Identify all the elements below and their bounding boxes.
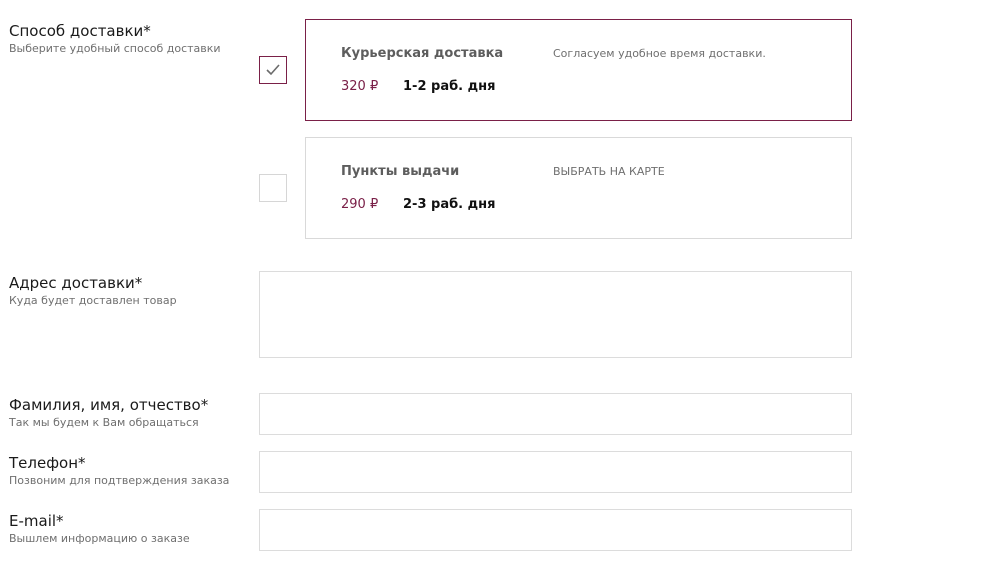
full-name-input[interactable] <box>259 393 852 435</box>
address-label: Адрес доставки* Куда будет доставлен тов… <box>9 273 177 308</box>
phone-hint: Позвоним для подтверждения заказа <box>9 474 230 487</box>
pickup-checkbox[interactable] <box>259 174 287 202</box>
delivery-method-label: Способ доставки* Выберите удобный способ… <box>9 21 221 56</box>
email-hint: Вышлем информацию о заказе <box>9 532 190 545</box>
address-title: Адрес доставки* <box>9 274 143 292</box>
email-input[interactable] <box>259 509 852 551</box>
checkmark-icon <box>266 64 280 76</box>
delivery-form: Способ доставки* Выберите удобный способ… <box>0 0 995 584</box>
pickup-option-name: Пункты выдачи <box>341 164 460 179</box>
full-name-label: Фамилия, имя, отчество* Так мы будем к В… <box>9 395 208 430</box>
courier-option-card[interactable]: Курьерская доставка Согласуем удобное вр… <box>305 19 852 121</box>
phone-title: Телефон* <box>9 454 86 472</box>
courier-option-price: 320 ₽ <box>341 79 379 94</box>
email-title: E-mail* <box>9 512 64 530</box>
full-name-title: Фамилия, имя, отчество* <box>9 396 209 414</box>
courier-option-days: 1-2 раб. дня <box>403 79 496 94</box>
pickup-option-price: 290 ₽ <box>341 197 379 212</box>
choose-on-map-link[interactable]: ВЫБРАТЬ НА КАРТЕ <box>553 165 665 178</box>
phone-label: Телефон* Позвоним для подтверждения зака… <box>9 453 229 488</box>
courier-option-name: Курьерская доставка <box>341 46 504 61</box>
delivery-method-hint: Выберите удобный способ доставки <box>9 42 221 55</box>
email-label: E-mail* Вышлем информацию о заказе <box>9 511 190 546</box>
phone-input[interactable] <box>259 451 852 493</box>
address-hint: Куда будет доставлен товар <box>9 294 177 307</box>
address-textarea[interactable] <box>259 271 852 358</box>
pickup-option-days: 2-3 раб. дня <box>403 197 496 212</box>
delivery-method-title: Способ доставки* <box>9 22 151 40</box>
courier-checkbox[interactable] <box>259 56 287 84</box>
pickup-option-card[interactable]: Пункты выдачи ВЫБРАТЬ НА КАРТЕ 290 ₽ 2-3… <box>305 137 852 239</box>
courier-option-description: Согласуем удобное время доставки. <box>553 47 766 60</box>
full-name-hint: Так мы будем к Вам обращаться <box>9 416 199 429</box>
